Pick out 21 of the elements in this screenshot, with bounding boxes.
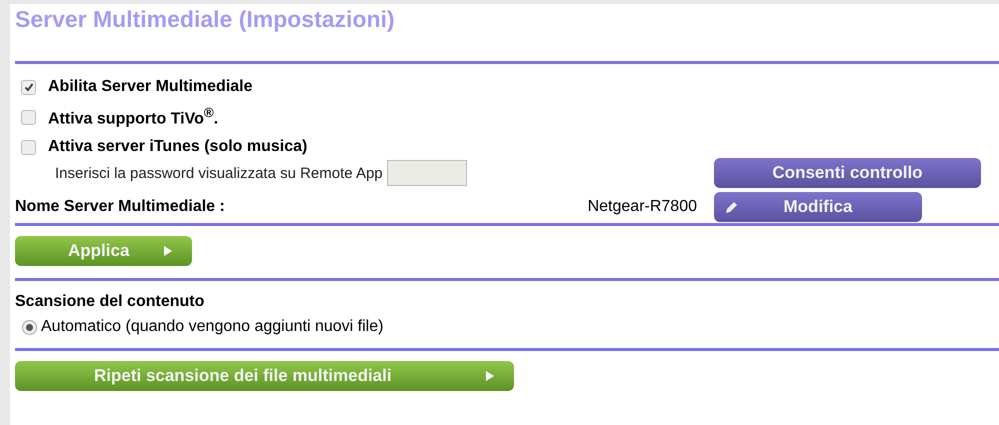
radio-button[interactable] xyxy=(22,320,37,334)
checkbox[interactable] xyxy=(21,140,36,154)
page-title: Server Multimediale (Impostazioni) xyxy=(15,5,396,33)
apply-button[interactable]: Applica xyxy=(15,236,192,266)
edit-button[interactable]: Modifica xyxy=(714,192,922,222)
rescan-button[interactable]: Ripeti scansione dei file multimediali xyxy=(15,361,514,391)
pencil-icon xyxy=(725,200,739,214)
checkbox[interactable] xyxy=(21,80,36,94)
password-field[interactable] xyxy=(386,160,467,186)
arrow-icon xyxy=(486,371,494,381)
arrow-icon xyxy=(164,246,172,256)
password-label: Inserisci la password visualizzata su Remote App xyxy=(55,164,383,182)
checkbox-label: Attiva supporto TiVo$^{®}$. xyxy=(48,105,218,129)
section-heading: Scansione del contenuto xyxy=(15,292,206,312)
checkbox-label: Abilita Server Multimediale xyxy=(48,78,253,96)
radio-label: Automatico (quando vengono aggiunti nuovi file) xyxy=(41,318,384,336)
server-name-label: Nome Server Multimediale : xyxy=(15,198,225,216)
checkbox-label: Attiva server iTunes (solo musica) xyxy=(48,138,308,156)
allow-control-button[interactable]: Consenti controllo xyxy=(714,158,981,188)
checkbox[interactable] xyxy=(21,110,36,124)
server-name-value: Netgear-R7800 xyxy=(588,198,697,216)
